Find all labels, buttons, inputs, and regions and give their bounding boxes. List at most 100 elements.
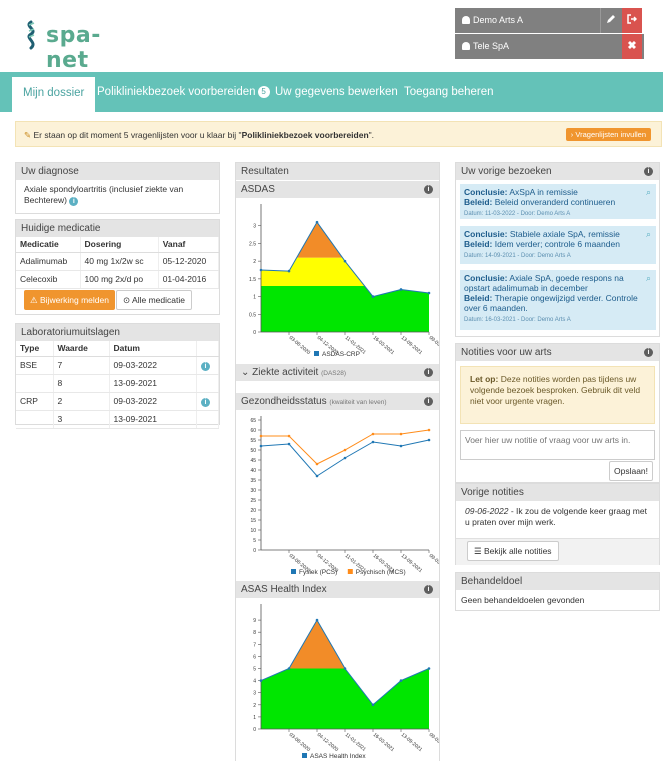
legend-swatch — [302, 753, 307, 758]
visit-item[interactable]: ⌕ Conclusie: AxSpA in remissie Beleid: B… — [460, 184, 656, 219]
data-point — [399, 444, 403, 448]
alert-message: ✎ Er staan op dit moment 5 vragenlijsten… — [24, 130, 374, 141]
behandeldoel-text: Geen behandeldoelen gevonden — [461, 595, 585, 605]
y-tick-label: 2 — [253, 259, 256, 265]
tab-polikliniekbezoek[interactable]: Polikliniekbezoek voorbereiden 5 — [97, 72, 270, 112]
info-icon[interactable]: i — [424, 585, 433, 594]
column-header: Waarde — [53, 341, 110, 357]
tab-mijn-dossier[interactable]: Mijn dossier — [12, 77, 96, 112]
y-tick-label: 5 — [253, 538, 256, 544]
data-point — [315, 474, 319, 478]
person-icon — [462, 16, 470, 24]
y-tick-label: 9 — [253, 618, 256, 624]
y-tick-label: 40 — [250, 468, 256, 474]
table-row: 3 13-09-2021 — [16, 410, 219, 429]
y-tick-label: 50 — [250, 448, 256, 454]
column-header: Medicatie — [16, 237, 81, 253]
y-tick-label: 0.5 — [249, 312, 256, 318]
data-point — [315, 462, 319, 466]
lab-table: Type Waarde Datum BSE 7 09-03-2022 i 8 13-09-2… — [16, 341, 219, 429]
x-tick-label: 09-03-2022 — [428, 335, 439, 356]
tab-label: Polikliniekbezoek voorbereiden — [97, 86, 256, 98]
vragenlijsten-button[interactable]: › Vragenlijsten invullen — [565, 128, 651, 141]
data-point — [259, 444, 263, 448]
data-point — [287, 269, 291, 273]
info-icon[interactable]: i — [424, 397, 433, 406]
legend-label: ASAS Health Index — [310, 753, 366, 760]
x-tick-label: 09-03-2022 — [428, 732, 439, 753]
panel-title: Vorige notities — [456, 484, 659, 501]
close-icon[interactable]: ✖ — [622, 34, 642, 59]
panel-title: Behandeldoel — [456, 573, 659, 590]
chevron-right-icon: › — [570, 130, 574, 139]
panel-title: Resultaten — [236, 163, 439, 180]
pencil-icon[interactable] — [600, 8, 620, 33]
user-name: Tele SpA — [473, 41, 510, 51]
data-point — [287, 667, 291, 670]
spine-logo-icon — [27, 20, 35, 50]
tab-gegevens-bewerken[interactable]: Uw gegevens bewerken — [275, 72, 398, 112]
opslaan-button[interactable]: Opslaan! — [609, 461, 654, 481]
info-icon[interactable]: i — [69, 197, 79, 206]
bijwerking-melden-button[interactable]: ⚠ Bijwerking melden — [24, 290, 115, 310]
y-tick-label: 35 — [250, 478, 256, 484]
alert-text: Er staan op dit moment 5 vragenlijsten v… — [33, 130, 242, 140]
panel-title: Laboratoriumuitslagen — [16, 324, 219, 341]
data-point — [287, 434, 291, 438]
resultaten-panel: Resultaten ASDAS i 0 0.5 1 1.5 2 2.5 3 03-08-202… — [235, 162, 451, 761]
y-tick-label: 4 — [253, 679, 256, 685]
info-icon[interactable]: i — [424, 185, 433, 194]
previous-note: 09-06-2022 - Ik zou de volgende keer gra… — [465, 506, 647, 527]
search-icon[interactable]: ⌕ — [646, 229, 651, 239]
visit-item[interactable]: ⌕ Conclusie: Axiale SpA, goede respons n… — [460, 270, 656, 330]
y-tick-label: 65 — [250, 418, 256, 424]
info-icon[interactable]: i — [424, 368, 433, 377]
pencil-icon: ✎ — [24, 130, 32, 140]
user-tele-spa[interactable]: Tele SpA — [455, 34, 644, 59]
panel-title: Uw diagnose — [16, 163, 219, 180]
y-tick-label: 0 — [253, 330, 256, 336]
y-tick-label: 30 — [250, 488, 256, 494]
panel-title: Huidige medicatie — [16, 220, 219, 237]
user-demo-arts[interactable]: Demo Arts A — [455, 8, 622, 33]
y-tick-label: 3 — [253, 691, 256, 697]
tab-toegang-beheren[interactable]: Toegang beheren — [404, 72, 494, 112]
data-point — [343, 259, 347, 263]
search-icon[interactable]: ⌕ — [646, 273, 651, 283]
ziekte-activiteit-header[interactable]: ⌄ Ziekte activiteit (DAS28) i — [236, 364, 439, 381]
area-band — [261, 668, 429, 729]
table-row: Adalimumab 40 mg 1x/2w sc 05-12-2020 — [16, 252, 220, 271]
info-icon[interactable]: i — [644, 348, 653, 357]
asdas-header: ASDAS i — [236, 181, 439, 198]
y-tick-label: 7 — [253, 642, 256, 648]
y-tick-label: 2 — [253, 703, 256, 709]
panel-title: Uw vorige bezoeken i — [456, 163, 659, 180]
y-tick-label: 45 — [250, 458, 256, 464]
data-point — [343, 667, 347, 670]
y-tick-label: 10 — [250, 528, 256, 534]
bekijk-alle-notities-button[interactable]: ☰ Bekijk alle notities — [467, 541, 559, 561]
y-tick-label: 2.5 — [249, 241, 256, 247]
data-point — [427, 667, 431, 670]
warning-icon: ⚠ — [30, 295, 38, 305]
data-point — [399, 288, 403, 291]
alle-medicatie-button[interactable]: ⊙ Alle medicatie — [116, 290, 192, 310]
list-icon: ☰ — [474, 546, 482, 556]
x-tick-label: 13-09-2021 — [400, 335, 424, 356]
visit-item[interactable]: ⌕ Conclusie: Stabiele axiale SpA, remiss… — [460, 226, 656, 264]
info-icon[interactable]: i — [201, 361, 210, 371]
search-icon[interactable]: ⌕ — [646, 187, 651, 197]
logout-icon[interactable] — [622, 8, 642, 33]
vorige-notities-panel: Vorige notities 09-06-2022 - Ik zou de v… — [455, 483, 660, 565]
info-icon[interactable]: i — [644, 167, 653, 176]
column-header: Datum — [109, 341, 197, 357]
data-point — [371, 703, 375, 707]
data-point — [371, 295, 375, 298]
legend-label: Fysiek (PCS) — [299, 569, 337, 576]
spa-net-logo[interactable]: spa-net — [20, 20, 140, 73]
x-tick-label: 04-12-2020 — [316, 732, 340, 753]
notitie-input[interactable] — [460, 430, 655, 460]
info-icon[interactable]: i — [201, 397, 210, 407]
data-point — [287, 442, 291, 446]
y-tick-label: 55 — [250, 438, 256, 444]
